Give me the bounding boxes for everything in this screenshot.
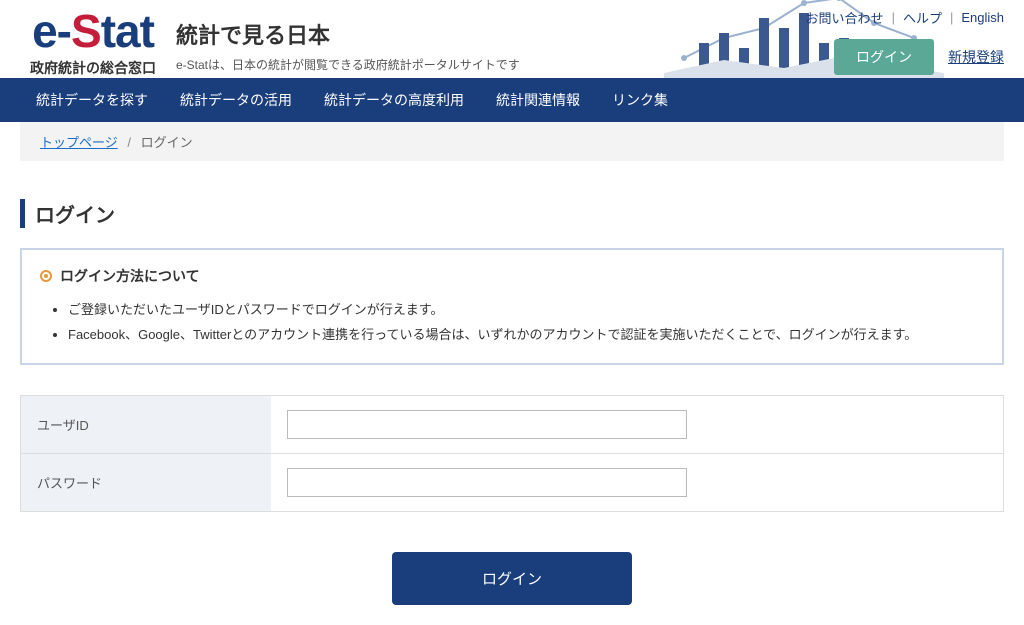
auth-buttons: ログイン 新規登録 [834,39,1004,75]
login-form-table: ユーザID パスワード [20,395,1004,512]
nav-item-related[interactable]: 統計関連情報 [480,78,596,122]
info-item: ご登録いただいたユーザIDとパスワードでログインが行えます。 [68,298,984,323]
logo-text: e-Stat [32,8,154,54]
submit-row: ログイン [20,552,1004,605]
login-button[interactable]: ログイン [834,39,934,75]
main-nav: 統計データを探す 統計データの活用 統計データの高度利用 統計関連情報 リンク集 [0,78,1024,122]
nav-item-use[interactable]: 統計データの活用 [164,78,308,122]
breadcrumb: トップページ / ログイン [20,122,1004,161]
separator: | [892,10,895,25]
nav-item-links[interactable]: リンク集 [596,78,684,122]
breadcrumb-separator: / [127,135,131,150]
breadcrumb-home[interactable]: トップページ [40,135,118,150]
user-id-input[interactable] [287,410,687,439]
register-link[interactable]: 新規登録 [948,47,1004,67]
english-link[interactable]: English [961,10,1004,25]
password-label: パスワード [21,454,271,512]
info-item: Facebook、Google、Twitterとのアカウント連携を行っている場合… [68,323,984,348]
nav-item-search[interactable]: 統計データを探す [20,78,164,122]
header-right: お問い合わせ | ヘルプ | English ログイン 新規登録 [806,8,1004,75]
info-list: ご登録いただいたユーザIDとパスワードでログインが行えます。 Facebook、… [40,298,984,347]
contact-link[interactable]: お問い合わせ [806,8,884,27]
info-box-title-text: ログイン方法について [60,266,200,286]
logo-subtitle: 政府統計の総合窓口 [30,58,156,78]
separator: | [950,10,953,25]
top-links: お問い合わせ | ヘルプ | English [806,8,1004,27]
nav-item-advanced[interactable]: 統計データの高度利用 [308,78,480,122]
help-link[interactable]: ヘルプ [903,8,942,27]
content: ログイン ログイン方法について ご登録いただいたユーザIDとパスワードでログイン… [0,161,1024,625]
header: e-Stat 政府統計の総合窓口 統計で見る日本 e-Statは、日本の統計が閲… [0,0,1024,78]
submit-login-button[interactable]: ログイン [392,552,632,605]
tagline-title: 統計で見る日本 [176,18,520,50]
user-id-label: ユーザID [21,396,271,454]
password-input[interactable] [287,468,687,497]
info-box: ログイン方法について ご登録いただいたユーザIDとパスワードでログインが行えます… [20,248,1004,365]
site-logo[interactable]: e-Stat 政府統計の総合窓口 [30,8,156,78]
info-box-title: ログイン方法について [40,266,984,286]
logo-section: e-Stat 政府統計の総合窓口 統計で見る日本 e-Statは、日本の統計が閲… [30,8,520,78]
tagline-desc: e-Statは、日本の統計が閲覧できる政府統計ポータルサイトです [176,56,520,73]
tagline: 統計で見る日本 e-Statは、日本の統計が閲覧できる政府統計ポータルサイトです [176,8,520,73]
breadcrumb-current: ログイン [141,135,193,150]
page-title: ログイン [20,199,1004,228]
info-icon [40,270,52,282]
